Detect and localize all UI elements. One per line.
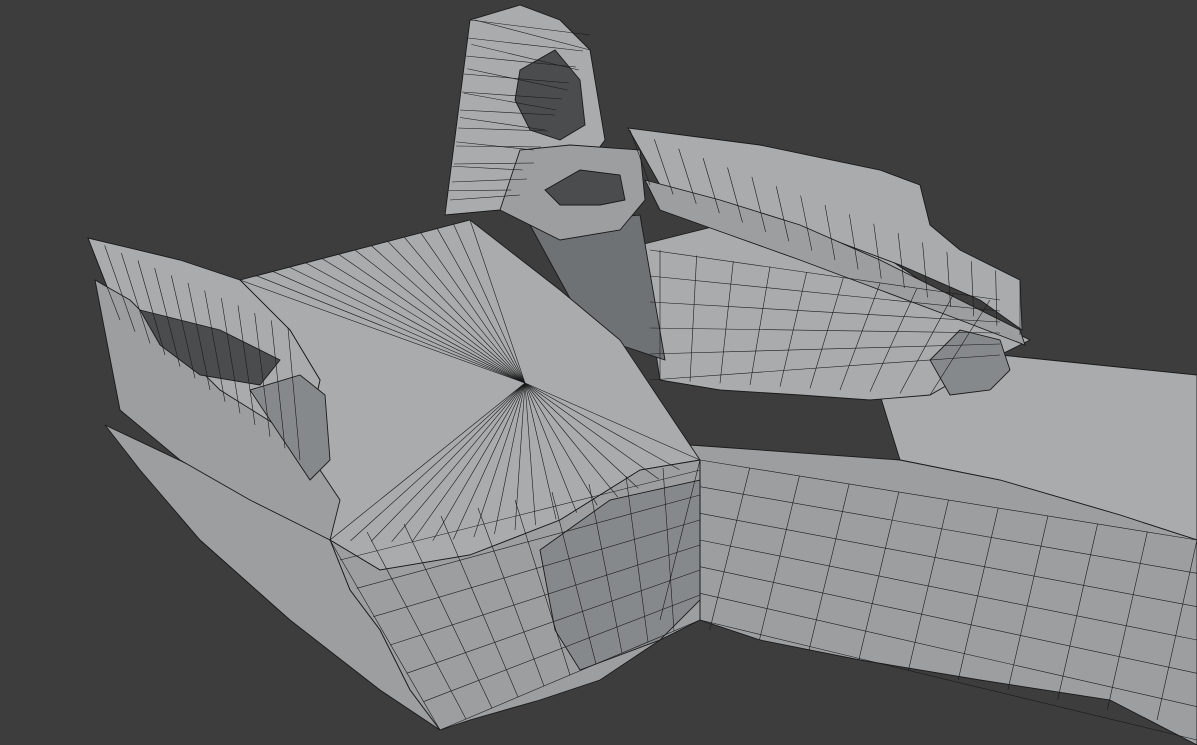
3d-viewport[interactable] <box>0 0 1197 745</box>
mesh-model[interactable] <box>0 0 1197 745</box>
mesh-body[interactable] <box>87 4 1197 745</box>
